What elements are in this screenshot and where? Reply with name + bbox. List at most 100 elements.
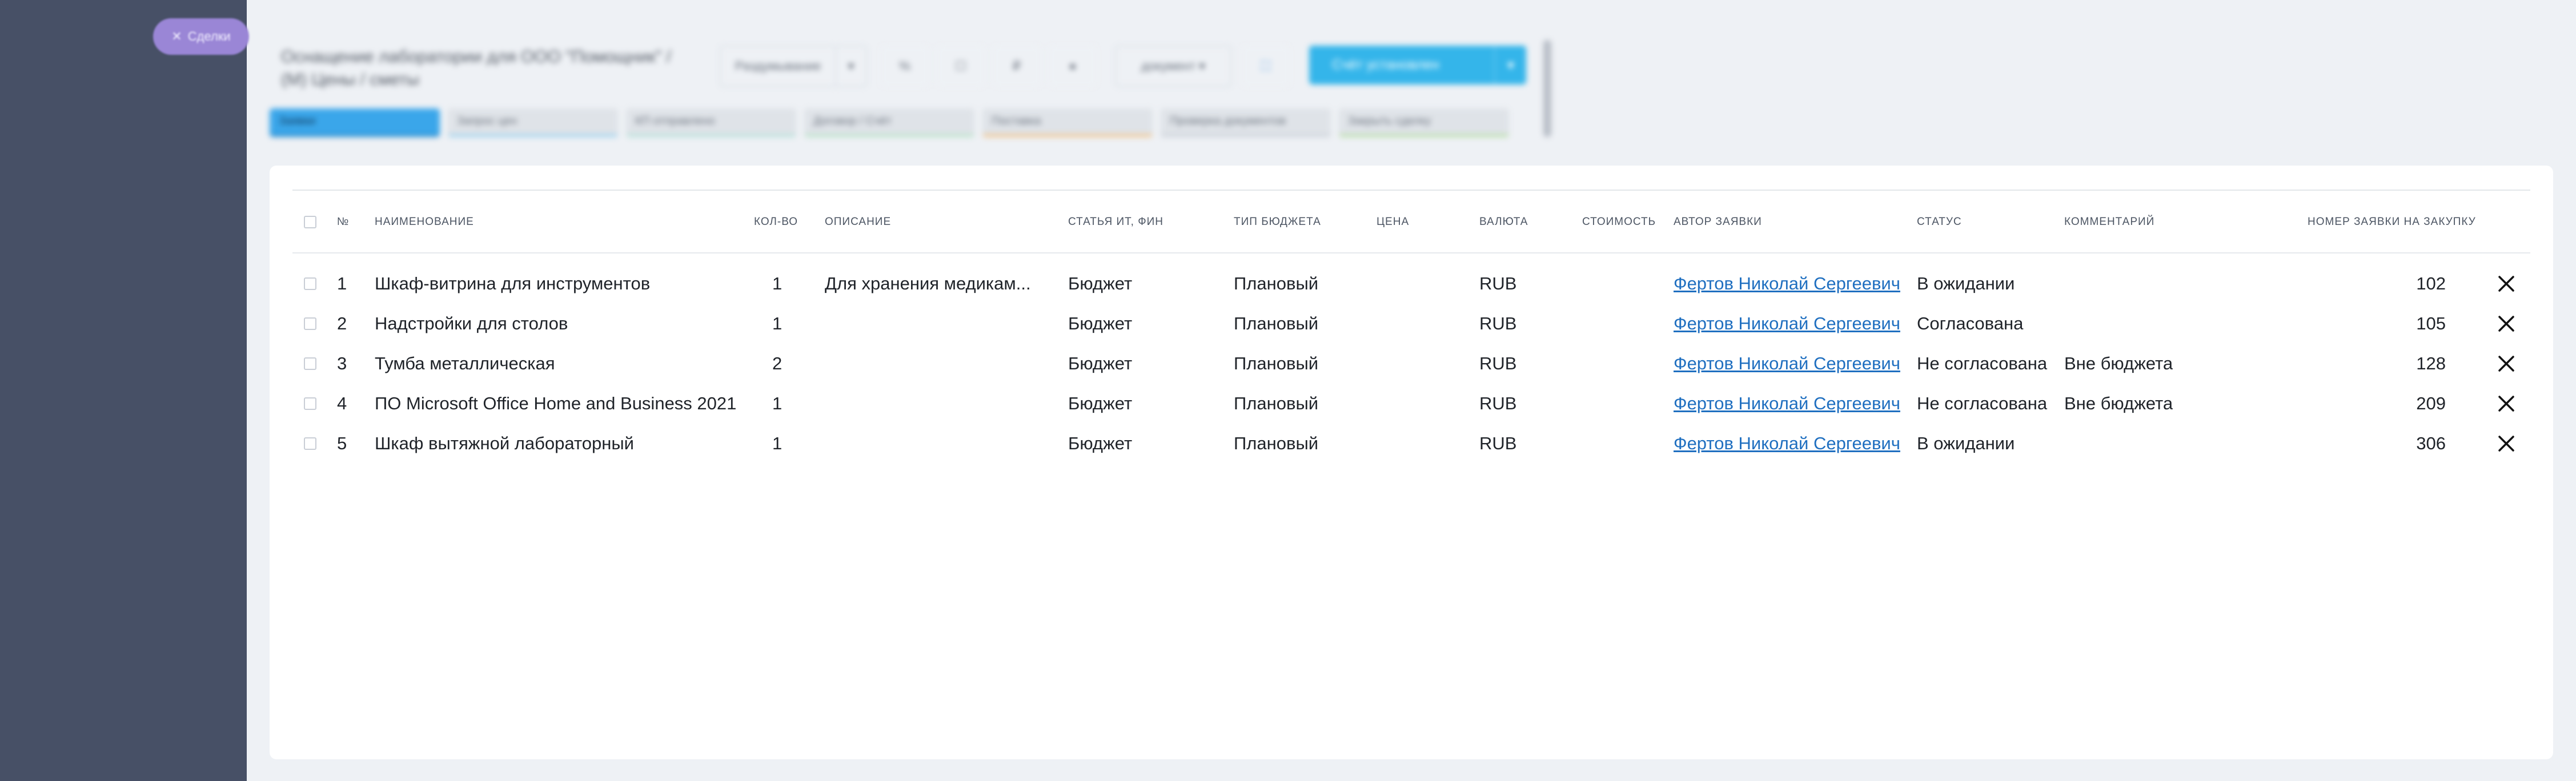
select-all-checkbox[interactable]	[304, 216, 316, 228]
row-budget: Плановый	[1234, 353, 1319, 373]
row-budget: Плановый	[1234, 313, 1319, 333]
row-num: 5	[337, 433, 347, 453]
header-price[interactable]: ЦЕНА	[1377, 216, 1409, 228]
header-author[interactable]: АВТОР ЗАЯВКИ	[1674, 216, 1762, 228]
table-row[interactable]: 4 ПО Microsoft Office Home and Business …	[270, 384, 2553, 424]
row-currency: RUB	[1479, 353, 1517, 373]
header-name[interactable]: НАИМЕНОВАНИЕ	[375, 216, 474, 228]
row-article: Бюджет	[1068, 393, 1133, 413]
stage-label: Поставка	[992, 115, 1041, 127]
currency-button[interactable]: ₽	[993, 46, 1041, 87]
stage-label: Договор / Счёт	[813, 115, 892, 127]
author-link[interactable]: Фертов Николай Сергеевич	[1674, 433, 1900, 454]
close-icon[interactable]	[2496, 393, 2517, 414]
chevron-down-icon[interactable]: ▾	[1494, 46, 1526, 84]
header-budget[interactable]: ТИП БЮДЖЕТА	[1234, 216, 1321, 228]
row-name: Тумба металлическая	[375, 353, 555, 373]
row-qty: 2	[772, 353, 783, 373]
row-order-no: 209	[2416, 393, 2446, 413]
close-icon[interactable]	[2496, 353, 2517, 374]
sidebar: ✕ Сделки	[0, 0, 249, 781]
row-checkbox[interactable]	[304, 397, 316, 410]
row-qty: 1	[772, 433, 783, 453]
row-currency: RUB	[1479, 313, 1517, 333]
stage-item[interactable]: Запрос цен	[448, 108, 618, 137]
header-comment[interactable]: КОММЕНТАРИЙ	[2064, 216, 2154, 228]
primary-action-label: Счёт установлен	[1332, 57, 1439, 73]
row-num: 3	[337, 353, 347, 373]
row-status: В ожидании	[1917, 273, 2015, 293]
stage-item[interactable]: Поставка	[982, 108, 1153, 137]
divider	[292, 252, 2530, 253]
stage-label: КП отправлено	[635, 115, 715, 127]
author-link[interactable]: Фертов Николай Сергеевич	[1674, 273, 1900, 294]
status-dropdown[interactable]: Раздумывание	[720, 46, 836, 87]
document-button[interactable]: ☐	[937, 46, 985, 87]
stage-label: Запрос цен	[457, 115, 517, 127]
author-link[interactable]: Фертов Николай Сергеевич	[1674, 393, 1900, 414]
stage-item[interactable]: Заявки	[270, 108, 440, 137]
table-row[interactable]: 2 Надстройки для столов 1 Бюджет Плановы…	[270, 304, 2553, 344]
header-cost[interactable]: СТОИМОСТЬ	[1582, 216, 1656, 228]
row-checkbox[interactable]	[304, 437, 316, 450]
document-dropdown-label: документ	[1141, 59, 1196, 73]
stage-item[interactable]: Договор / Счёт	[804, 108, 974, 137]
stage-label: Закрыть сделку	[1348, 115, 1431, 127]
row-comment: Вне бюджета	[2064, 393, 2173, 413]
header-scrollbar[interactable]	[1543, 40, 1551, 137]
row-status: Согласована	[1917, 313, 2024, 333]
row-article: Бюджет	[1068, 273, 1133, 293]
record-button[interactable]: ●	[1049, 46, 1097, 87]
header-status[interactable]: СТАТУС	[1917, 216, 1962, 228]
row-name: Надстройки для столов	[375, 313, 568, 333]
row-order-no: 102	[2416, 273, 2446, 293]
status-dropdown-label: Раздумывание	[735, 59, 821, 73]
row-order-no: 105	[2416, 313, 2446, 333]
deal-header: Оснащение лаборатории для ООО "Помощник"…	[247, 0, 2576, 160]
header-order-no[interactable]: НОМЕР ЗАЯВКИ НА ЗАКУПКУ	[2308, 216, 2476, 228]
row-num: 4	[337, 393, 347, 413]
document-icon: ☐	[955, 59, 966, 73]
row-currency: RUB	[1479, 393, 1517, 413]
expand-button[interactable]: ⛶	[1242, 46, 1290, 87]
divider	[292, 190, 2530, 191]
row-status: Не согласована	[1917, 353, 2048, 373]
row-order-no: 306	[2416, 433, 2446, 453]
close-icon[interactable]	[2496, 273, 2517, 294]
expand-icon: ⛶	[1261, 59, 1270, 73]
table-row[interactable]: 1 Шкаф-витрина для инструментов 1 Для хр…	[270, 264, 2553, 304]
stage-label: Заявки	[279, 115, 316, 127]
row-checkbox[interactable]	[304, 317, 316, 330]
close-icon[interactable]	[2496, 433, 2517, 454]
stage-item[interactable]: Закрыть сделку	[1339, 108, 1509, 137]
table-row[interactable]: 3 Тумба металлическая 2 Бюджет Плановый …	[270, 344, 2553, 384]
document-dropdown[interactable]: документ ▾	[1115, 46, 1231, 87]
row-article: Бюджет	[1068, 353, 1133, 373]
percent-button[interactable]: %	[881, 46, 929, 87]
header-desc[interactable]: ОПИСАНИЕ	[825, 216, 891, 228]
header-currency[interactable]: ВАЛЮТА	[1479, 216, 1528, 228]
stage-item[interactable]: Проверка документов	[1161, 108, 1331, 137]
row-qty: 1	[772, 313, 783, 333]
stage-bar: Заявки Запрос цен КП отправлено Договор …	[270, 108, 1509, 137]
author-link[interactable]: Фертов Николай Сергеевич	[1674, 353, 1900, 374]
row-checkbox[interactable]	[304, 277, 316, 290]
row-checkbox[interactable]	[304, 357, 316, 370]
author-link[interactable]: Фертов Николай Сергеевич	[1674, 313, 1900, 334]
close-icon[interactable]	[2496, 313, 2517, 334]
row-currency: RUB	[1479, 273, 1517, 293]
primary-action-button[interactable]: Счёт установлен ▾	[1309, 46, 1526, 84]
record-icon: ●	[1069, 59, 1077, 73]
status-dropdown-toggle[interactable]: ▾	[835, 46, 867, 87]
header-qty[interactable]: КОЛ-ВО	[754, 216, 798, 228]
currency-icon: ₽	[1013, 59, 1021, 73]
table-row[interactable]: 5 Шкаф вытяжной лабораторный 1 Бюджет Пл…	[270, 424, 2553, 464]
row-article: Бюджет	[1068, 433, 1133, 453]
deal-title: Оснащение лаборатории для ООО "Помощник"…	[281, 47, 671, 89]
deals-button[interactable]: ✕ Сделки	[153, 18, 249, 55]
row-status: Не согласована	[1917, 393, 2048, 413]
header-num: №	[337, 216, 350, 228]
deals-button-label: Сделки	[187, 29, 231, 43]
header-article[interactable]: СТАТЬЯ ИТ, ФИН	[1068, 216, 1163, 228]
stage-item[interactable]: КП отправлено	[626, 108, 796, 137]
